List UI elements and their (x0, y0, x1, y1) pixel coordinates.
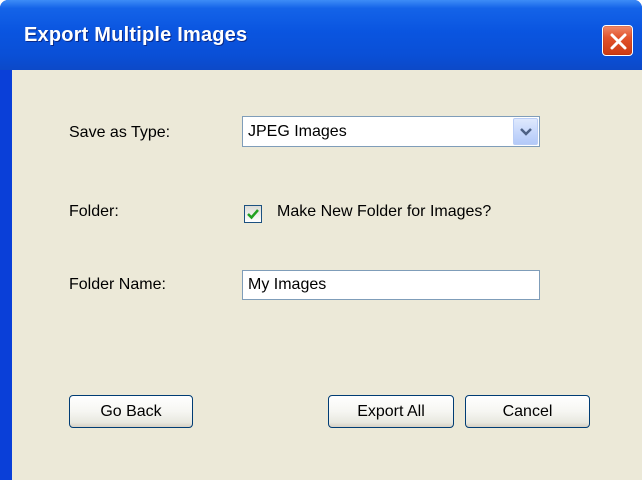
make-new-folder-checkbox[interactable] (244, 205, 262, 223)
folder-label: Folder: (69, 203, 119, 220)
close-icon (610, 33, 627, 50)
chevron-down-icon (520, 128, 532, 136)
checkmark-icon (247, 209, 259, 220)
folder-name-label: Folder Name: (69, 276, 166, 293)
title-bar[interactable]: Export Multiple Images (0, 0, 642, 70)
folder-name-input[interactable] (242, 270, 540, 300)
save-as-type-select[interactable]: JPEG Images (242, 116, 540, 147)
close-button[interactable] (602, 25, 633, 56)
go-back-button[interactable]: Go Back (69, 395, 193, 428)
dialog-title: Export Multiple Images (24, 24, 248, 46)
cancel-button[interactable]: Cancel (465, 395, 590, 428)
dialog-body: Save as Type: JPEG Images Folder: Make N… (12, 70, 642, 480)
dropdown-button[interactable] (513, 118, 538, 145)
make-new-folder-label[interactable]: Make New Folder for Images? (277, 203, 491, 221)
save-as-type-value: JPEG Images (248, 123, 347, 140)
export-all-button[interactable]: Export All (328, 395, 454, 428)
save-as-type-label: Save as Type: (69, 124, 171, 141)
dialog-window: Export Multiple Images Save as Type: JPE… (0, 0, 642, 480)
